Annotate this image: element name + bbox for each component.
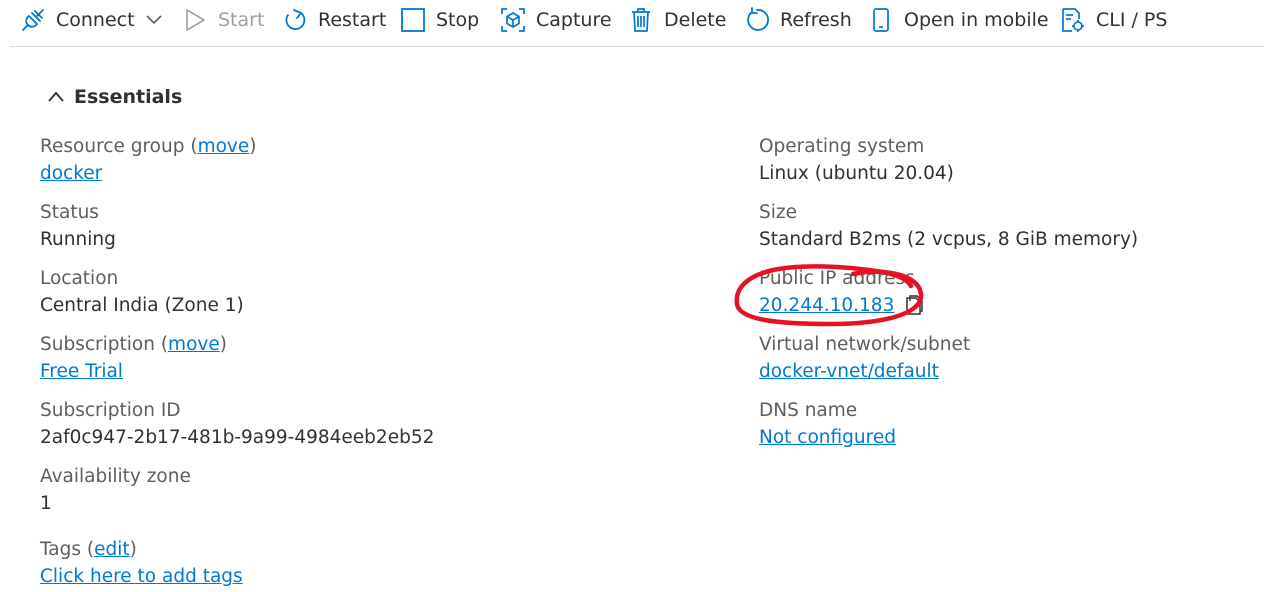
size-value: Standard B2ms (2 vcpus, 8 GiB memory) — [759, 229, 1139, 250]
trash-icon — [628, 7, 654, 33]
vnet-link[interactable]: docker-vnet/default — [759, 358, 939, 385]
refresh-button[interactable]: Refresh — [744, 4, 852, 36]
plug-icon — [20, 7, 46, 33]
connect-button[interactable]: Connect — [20, 4, 163, 36]
public-ip-label: Public IP address — [759, 268, 915, 289]
status-field: Status Running — [40, 199, 116, 253]
os-label: Operating system — [759, 136, 925, 157]
subscription-id-value: 2af0c947-2b17-481b-9a99-4984eeb2eb52 — [40, 427, 435, 448]
cli-ps-button[interactable]: CLI / PS — [1060, 4, 1167, 36]
capture-label: Capture — [536, 9, 612, 31]
restart-label: Restart — [318, 9, 387, 31]
cli-ps-label: CLI / PS — [1096, 9, 1168, 31]
subscription-field: Subscription (move) Free Trial — [40, 331, 227, 385]
connect-label: Connect — [56, 9, 135, 31]
status-value: Running — [40, 229, 116, 250]
chevron-up-icon — [46, 87, 66, 107]
copy-icon[interactable] — [903, 294, 925, 317]
open-in-mobile-button[interactable]: Open in mobile — [868, 4, 1049, 36]
resource-group-link[interactable]: docker — [40, 160, 102, 187]
vnet-field: Virtual network/subnet docker-vnet/defau… — [759, 331, 970, 385]
start-button[interactable]: Start — [182, 4, 264, 36]
chevron-down-icon — [145, 14, 163, 26]
subscription-move-link[interactable]: move — [168, 334, 220, 355]
subscription-label-close: ) — [219, 334, 227, 355]
command-bar: Connect Start Restart Stop Capture Delet… — [0, 0, 1264, 44]
tags-label-close: ) — [129, 539, 137, 560]
subscription-id-field: Subscription ID 2af0c947-2b17-481b-9a99-… — [40, 397, 434, 451]
availability-zone-label: Availability zone — [40, 466, 191, 487]
refresh-icon — [744, 7, 770, 33]
toolbar-divider — [10, 46, 1264, 47]
public-ip-link[interactable]: 20.244.10.183 — [759, 292, 894, 319]
size-field: Size Standard B2ms (2 vcpus, 8 GiB memor… — [759, 199, 1138, 253]
public-ip-field: Public IP address 20.244.10.183 — [759, 265, 925, 319]
dns-label: DNS name — [759, 400, 858, 421]
subscription-link[interactable]: Free Trial — [40, 358, 123, 385]
add-tags-link[interactable]: Click here to add tags — [40, 563, 243, 590]
availability-zone-value: 1 — [40, 493, 52, 514]
dns-link[interactable]: Not configured — [759, 424, 896, 451]
resource-group-label-close: ) — [249, 136, 257, 157]
delete-label: Delete — [664, 9, 727, 31]
os-field: Operating system Linux (ubuntu 20.04) — [759, 133, 954, 187]
cli-icon — [1060, 7, 1086, 33]
stop-button[interactable]: Stop — [400, 4, 479, 36]
delete-button[interactable]: Delete — [628, 4, 726, 36]
vnet-label: Virtual network/subnet — [759, 334, 971, 355]
start-label: Start — [218, 9, 265, 31]
capture-icon — [500, 7, 526, 33]
tags-edit-link[interactable]: edit — [94, 539, 130, 560]
tags-label: Tags ( — [40, 539, 95, 560]
essentials-title: Essentials — [74, 86, 183, 108]
status-label: Status — [40, 202, 99, 223]
location-value: Central India (Zone 1) — [40, 295, 244, 316]
capture-button[interactable]: Capture — [500, 4, 612, 36]
subscription-id-label: Subscription ID — [40, 400, 181, 421]
open-in-mobile-label: Open in mobile — [904, 9, 1049, 31]
os-value: Linux (ubuntu 20.04) — [759, 163, 954, 184]
tags-field: Tags (edit) Click here to add tags — [40, 536, 243, 590]
size-label: Size — [759, 202, 797, 223]
stop-label: Stop — [436, 9, 480, 31]
resource-group-move-link[interactable]: move — [198, 136, 250, 157]
dns-field: DNS name Not configured — [759, 397, 896, 451]
location-field: Location Central India (Zone 1) — [40, 265, 244, 319]
restart-icon — [282, 7, 308, 33]
resource-group-label: Resource group ( — [40, 136, 198, 157]
restart-button[interactable]: Restart — [282, 4, 386, 36]
mobile-icon — [868, 7, 894, 33]
refresh-label: Refresh — [780, 9, 852, 31]
subscription-label: Subscription ( — [40, 334, 169, 355]
location-label: Location — [40, 268, 119, 289]
stop-icon — [400, 7, 426, 33]
resource-group-field: Resource group (move) docker — [40, 133, 256, 187]
play-icon — [182, 7, 208, 33]
essentials-toggle[interactable]: Essentials — [46, 86, 182, 108]
availability-zone-field: Availability zone 1 — [40, 463, 191, 517]
